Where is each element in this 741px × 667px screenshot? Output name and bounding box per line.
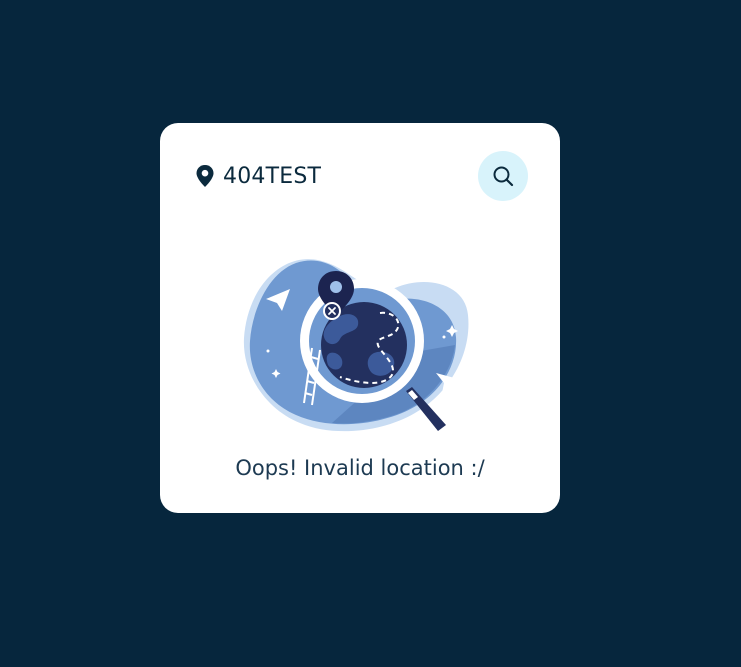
search-button[interactable] xyxy=(478,151,528,201)
globe-magnifier-not-found-illustration xyxy=(240,253,480,443)
weather-card: 404TEST Oops! Invalid location:/ xyxy=(160,123,560,513)
search-icon xyxy=(491,164,515,188)
card-header: 404TEST xyxy=(194,151,528,201)
location-name: 404TEST xyxy=(223,163,322,189)
error-message: Oops! Invalid location :/ xyxy=(235,456,485,480)
location-display: 404TEST xyxy=(194,164,321,189)
page-background: 404TEST Oops! Invalid location:/ xyxy=(0,0,741,667)
map-pin-icon xyxy=(194,164,216,188)
